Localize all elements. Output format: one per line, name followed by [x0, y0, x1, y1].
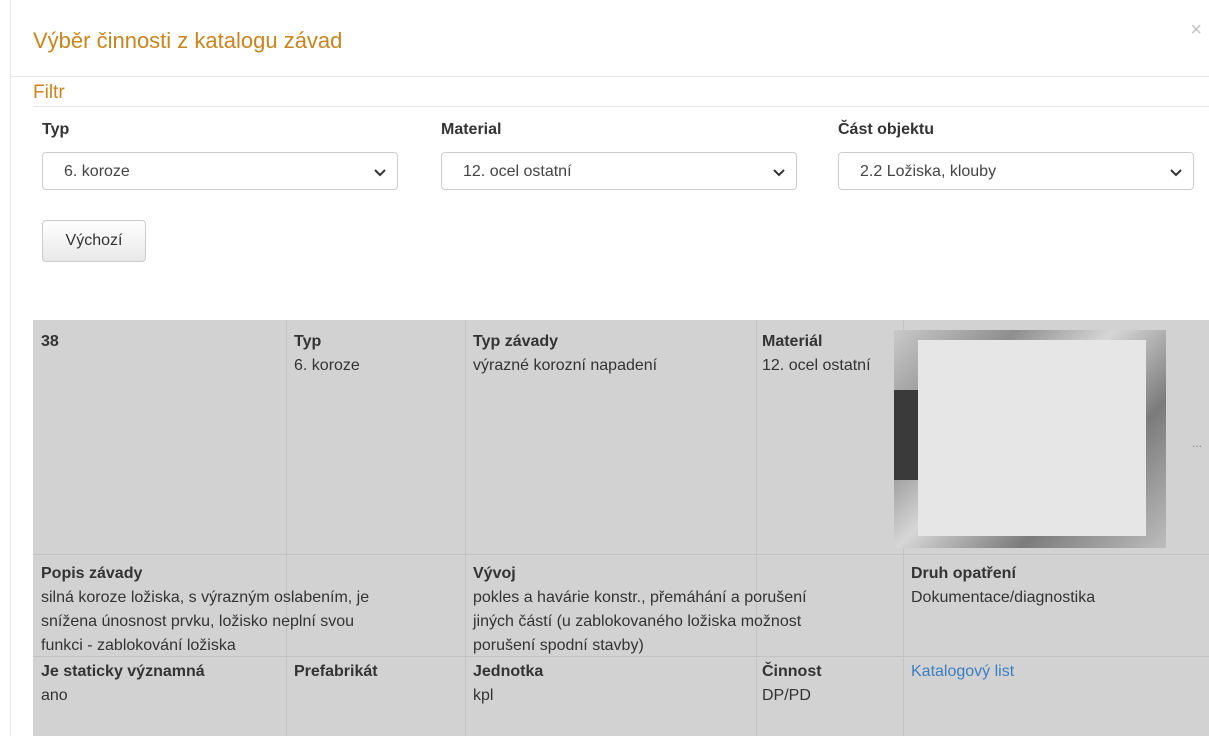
cinnost-label: Činnost	[762, 663, 822, 680]
typ-cell-label: Typ	[294, 333, 322, 350]
katalog-cell: Katalogový list	[903, 660, 1209, 684]
cast-objektu-label: Část objektu	[838, 121, 935, 138]
photo-more-indicator[interactable]: ...	[1192, 436, 1202, 450]
typ-cell: Typ 6. koroze	[286, 330, 465, 378]
typ-zavady-cell: Typ závady výrazné korozní napadení	[465, 330, 756, 378]
popis-line: snížena únosnost prvku, ložisko neplní s…	[41, 613, 355, 630]
popis-line: funkci - zablokování ložiska	[41, 637, 236, 654]
filter-divider	[33, 106, 1209, 107]
vyvoj-label: Vývoj	[473, 565, 516, 582]
typ-cell-value: 6. koroze	[294, 357, 360, 374]
jednotka-label: Jednotka	[473, 663, 544, 680]
catalog-modal: Výběr činnosti z katalogu závad × Filtr …	[10, 0, 1209, 736]
vyvoj-line: jiných částí (u zablokovaného ložiska mo…	[473, 613, 802, 630]
staticky-label: Je staticky významná	[41, 663, 205, 680]
staticky-cell: Je staticky významná ano	[33, 660, 286, 708]
close-icon[interactable]: ×	[1190, 20, 1202, 40]
material-label: Material	[441, 121, 502, 138]
typ-zavady-value: výrazné korozní napadení	[473, 357, 658, 374]
vyvoj-line: porušení spodní stavby)	[473, 637, 644, 654]
defect-photo[interactable]	[894, 330, 1166, 548]
staticky-value: ano	[41, 687, 68, 704]
typ-select-value: 6. koroze	[64, 163, 130, 180]
default-button[interactable]: Výchozí	[42, 220, 146, 262]
cinnost-value: DP/PD	[762, 687, 811, 704]
material-cell: Materiál 12. ocel ostatní	[756, 330, 903, 378]
record-id: 38	[41, 333, 59, 350]
druh-opatreni-value: Dokumentace/diagnostika	[911, 589, 1096, 606]
record-id-cell: 38	[33, 330, 286, 354]
typ-label: Typ	[42, 121, 70, 138]
material-cell-value: 12. ocel ostatní	[762, 357, 871, 374]
popis-zavady-cell: Popis závady silná koroze ložiska, s výr…	[33, 562, 465, 658]
material-cell-label: Materiál	[762, 333, 823, 350]
material-select-value: 12. ocel ostatní	[463, 163, 572, 180]
prefabrikat-label: Prefabrikát	[294, 663, 378, 680]
druh-opatreni-cell: Druh opatření Dokumentace/diagnostika	[903, 562, 1209, 610]
modal-header: Výběr činnosti z katalogu závad ×	[11, 0, 1209, 77]
chevron-down-icon	[374, 169, 386, 177]
popis-zavady-label: Popis závady	[41, 565, 143, 582]
photo-placeholder	[918, 340, 1146, 536]
typ-select[interactable]: 6. koroze	[42, 152, 398, 190]
cast-objektu-select[interactable]: 2.2 Ložiska, klouby	[838, 152, 1194, 190]
cinnost-cell: Činnost DP/PD	[756, 660, 903, 708]
chevron-down-icon	[773, 169, 785, 177]
druh-opatreni-label: Druh opatření	[911, 565, 1016, 582]
typ-zavady-label: Typ závady	[473, 333, 559, 350]
jednotka-cell: Jednotka kpl	[465, 660, 756, 708]
katalogovy-list-link[interactable]: Katalogový list	[911, 660, 1202, 684]
vyvoj-line: pokles a havárie konstr., přemáhání a po…	[473, 589, 807, 606]
cast-objektu-select-value: 2.2 Ložiska, klouby	[860, 163, 997, 180]
jednotka-value: kpl	[473, 687, 494, 704]
chevron-down-icon	[1170, 169, 1182, 177]
popis-line: silná koroze ložiska, s výrazným oslaben…	[41, 589, 370, 606]
prefabrikat-cell: Prefabrikát	[286, 660, 465, 684]
filter-title: Filtr	[33, 82, 65, 103]
modal-title: Výběr činnosti z katalogu závad	[33, 28, 343, 53]
material-select[interactable]: 12. ocel ostatní	[441, 152, 797, 190]
vyvoj-cell: Vývoj pokles a havárie konstr., přemáhán…	[465, 562, 903, 658]
row-divider	[33, 554, 1209, 555]
